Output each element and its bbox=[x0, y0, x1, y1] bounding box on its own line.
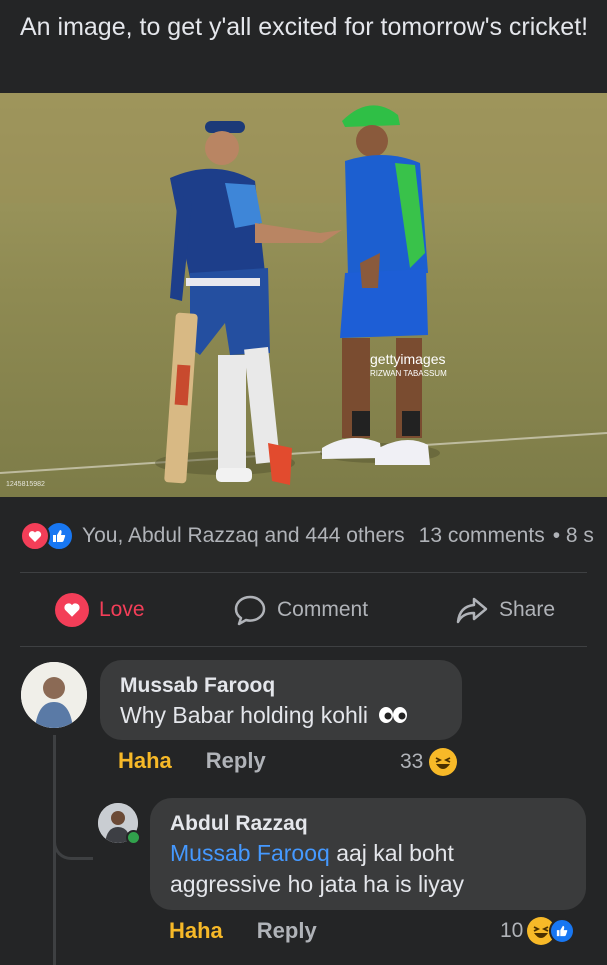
user-avatar-image bbox=[21, 662, 87, 728]
like-reaction-icon bbox=[549, 918, 576, 944]
photo-credit-sub: RIZWAN TABASSUM bbox=[370, 369, 447, 378]
love-label: Love bbox=[99, 598, 145, 621]
love-button[interactable]: Love bbox=[55, 593, 145, 627]
photo-id: 1245815982 bbox=[6, 481, 45, 488]
reply-reaction-count[interactable]: 10 bbox=[500, 917, 576, 945]
photo-credit: gettyimages bbox=[370, 351, 445, 367]
comment-label: Comment bbox=[277, 598, 369, 621]
reply-connector bbox=[53, 820, 93, 860]
reaction-count-value: 10 bbox=[500, 919, 524, 942]
reply-button[interactable]: Reply bbox=[257, 918, 317, 944]
reply-author[interactable]: Abdul Razzaq bbox=[170, 810, 566, 838]
comment-icon bbox=[233, 594, 267, 626]
haha-button[interactable]: Haha bbox=[118, 748, 172, 774]
comment-bubble[interactable]: Mussab Farooq Why Babar holding kohli bbox=[100, 660, 462, 740]
reaction-count-value: 33 bbox=[400, 750, 424, 773]
love-reaction-icon bbox=[20, 521, 50, 551]
reply-actions: Haha Reply bbox=[169, 918, 317, 944]
reply-button[interactable]: Reply bbox=[206, 748, 266, 774]
comment-text: Why Babar holding kohli bbox=[120, 700, 442, 732]
post-action-bar: Love Comment Share bbox=[0, 585, 607, 635]
comment-text-body: Why Babar holding kohli bbox=[120, 702, 369, 728]
reaction-icons bbox=[20, 521, 74, 551]
post-photo[interactable]: gettyimages RIZWAN TABASSUM 1245815982 bbox=[0, 93, 607, 497]
eyes-icon bbox=[378, 701, 408, 732]
reactions-summary[interactable]: You, Abdul Razzaq and 444 others 13 comm… bbox=[20, 520, 607, 552]
share-label: Share bbox=[499, 598, 556, 621]
online-status-dot bbox=[126, 830, 141, 845]
divider bbox=[20, 646, 587, 647]
cricket-practice-image: gettyimages RIZWAN TABASSUM 1245815982 bbox=[0, 93, 607, 497]
reply-text: Mussab Farooq aaj kal boht aggressive ho… bbox=[170, 838, 566, 900]
comment-button[interactable]: Comment bbox=[233, 594, 368, 626]
post-caption: An image, to get y'all excited for tomor… bbox=[20, 13, 589, 41]
comment-reaction-count[interactable]: 33 bbox=[400, 748, 458, 776]
haha-button[interactable]: Haha bbox=[169, 918, 223, 944]
share-icon bbox=[455, 595, 489, 625]
reply-bubble[interactable]: Abdul Razzaq Mussab Farooq aaj kal boht … bbox=[150, 798, 586, 910]
mention-link[interactable]: Mussab Farooq bbox=[170, 840, 330, 866]
comment-author[interactable]: Mussab Farooq bbox=[120, 672, 442, 700]
love-icon bbox=[55, 593, 89, 627]
shares-count[interactable]: • 8 s bbox=[553, 524, 594, 548]
comment-actions: Haha Reply bbox=[118, 748, 266, 774]
comments-count[interactable]: 13 comments bbox=[419, 524, 545, 548]
reactions-text[interactable]: You, Abdul Razzaq and 444 others bbox=[82, 524, 405, 548]
avatar[interactable] bbox=[21, 662, 87, 728]
divider bbox=[20, 572, 587, 573]
share-button[interactable]: Share bbox=[455, 595, 555, 625]
haha-reaction-icon bbox=[429, 748, 458, 776]
